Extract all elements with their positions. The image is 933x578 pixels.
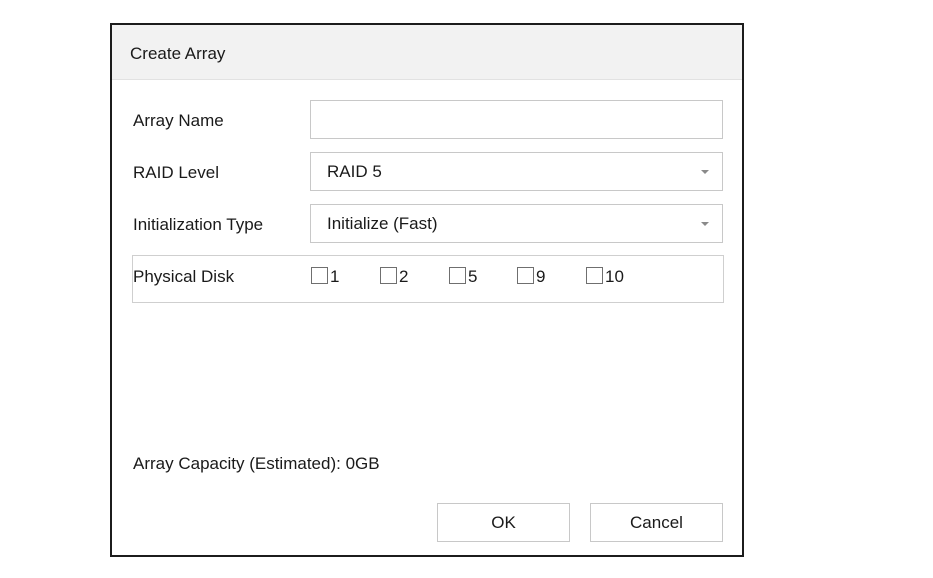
init-type-label: Initialization Type [133, 215, 264, 234]
physical-disk-group: Physical Disk 1 2 5 9 10 [132, 255, 724, 303]
checkbox-icon[interactable] [517, 267, 534, 284]
array-name-label: Array Name [133, 111, 224, 130]
dialog-title: Create Array [130, 44, 226, 63]
init-type-value: Initialize (Fast) [327, 214, 438, 233]
checkbox-icon[interactable] [449, 267, 466, 284]
disk-label: 1 [330, 267, 340, 286]
capacity-label: Array Capacity (Estimated): [133, 454, 341, 473]
raid-level-select[interactable]: RAID 5 [310, 152, 723, 191]
capacity-value: 0GB [345, 454, 380, 473]
array-capacity: Array Capacity (Estimated): 0GB [133, 454, 380, 474]
checkbox-icon[interactable] [380, 267, 397, 284]
dialog-header: Create Array [112, 25, 742, 80]
disk-label: 2 [399, 267, 409, 286]
disk-label: 5 [468, 267, 478, 286]
init-type-select[interactable]: Initialize (Fast) [310, 204, 723, 243]
cancel-button[interactable]: Cancel [590, 503, 723, 542]
create-array-dialog: Create Array Array Name RAID Level RAID … [110, 23, 744, 557]
ok-button[interactable]: OK [437, 503, 570, 542]
disk-label: 10 [605, 267, 624, 286]
physical-disk-label: Physical Disk [133, 267, 235, 286]
chevron-down-icon [701, 222, 709, 226]
chevron-down-icon [701, 170, 709, 174]
array-name-input[interactable] [310, 100, 723, 139]
checkbox-icon[interactable] [586, 267, 603, 284]
raid-level-value: RAID 5 [327, 162, 382, 181]
disk-label: 9 [536, 267, 546, 286]
raid-level-label: RAID Level [133, 163, 219, 182]
checkbox-icon[interactable] [311, 267, 328, 284]
